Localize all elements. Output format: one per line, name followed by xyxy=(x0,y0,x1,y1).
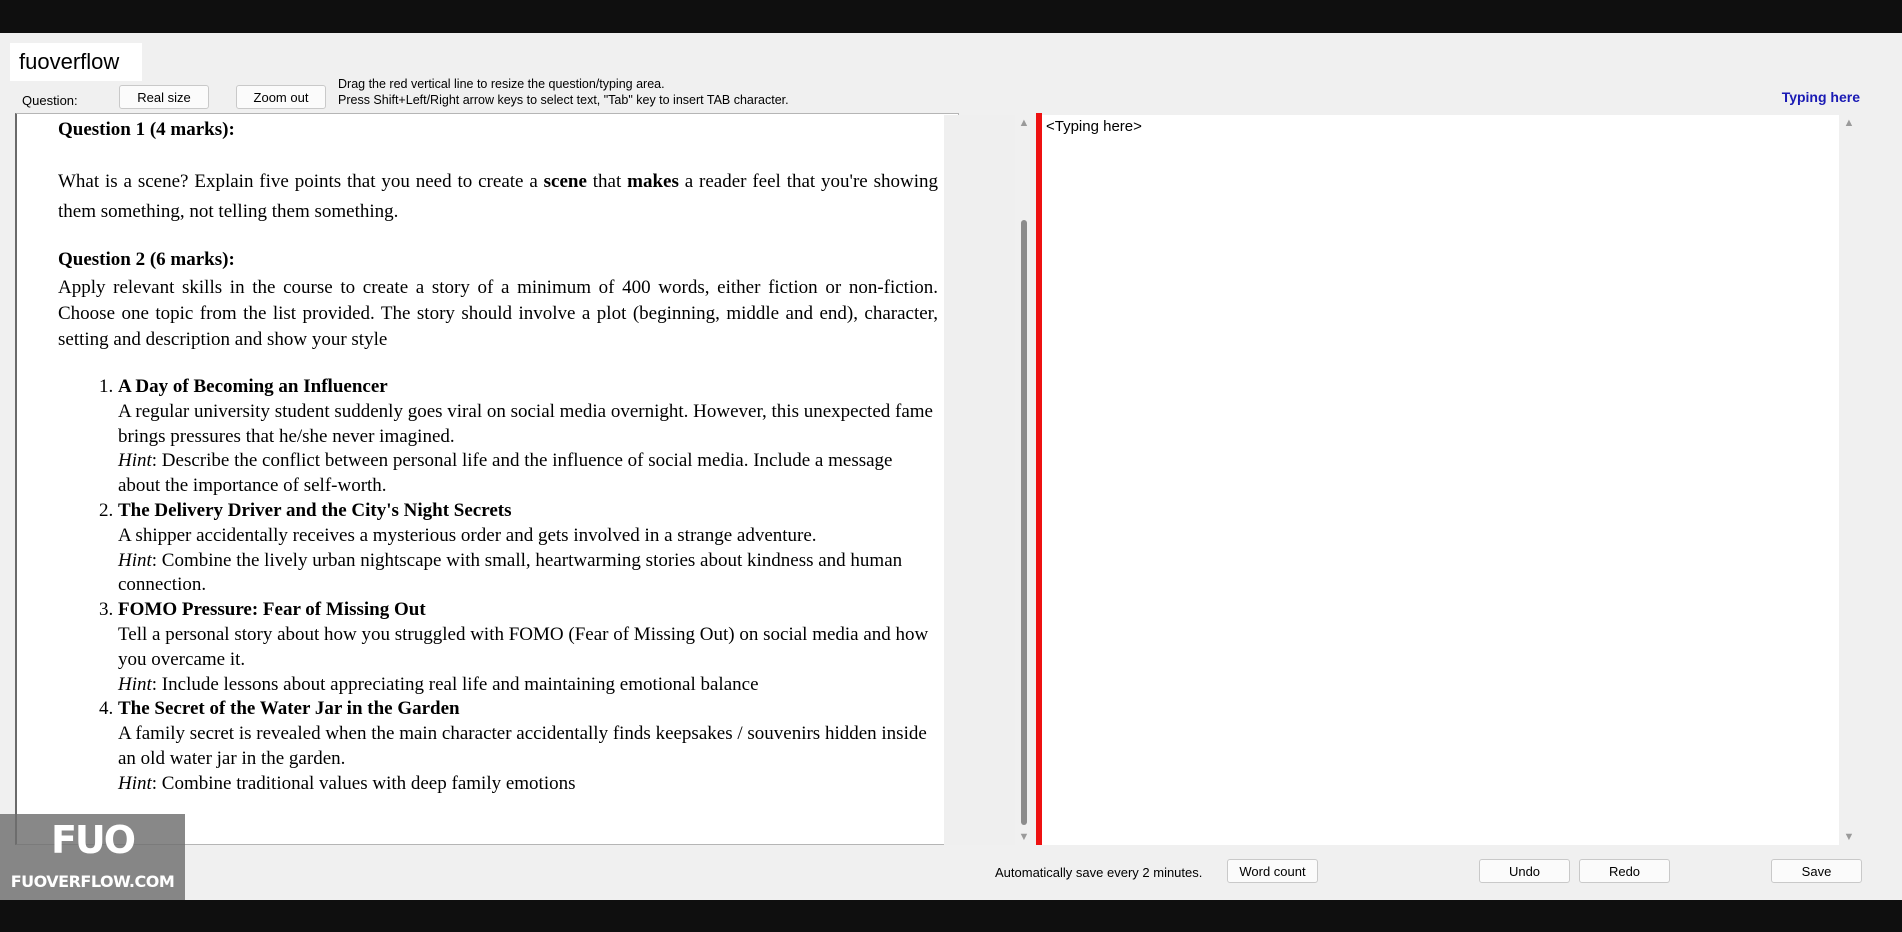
question-scroll-thumb[interactable] xyxy=(1021,220,1027,825)
real-size-button[interactable]: Real size xyxy=(119,85,209,109)
scroll-down-arrow-icon[interactable]: ▼ xyxy=(1015,831,1033,843)
question-2-text: Apply relevant skills in the course to c… xyxy=(58,277,938,350)
fuoverflow-site-text: FUOVERFLOW.COM xyxy=(10,872,175,891)
topic-hint: : Describe the conflict between personal… xyxy=(118,450,893,497)
question-label: Question: xyxy=(22,93,78,108)
fuo-logo-mark: FUO xyxy=(50,818,136,862)
word-count-button[interactable]: Word count xyxy=(1227,859,1318,883)
typing-area[interactable]: <Typing here> xyxy=(1042,115,1839,845)
q1-bold-makes: makes xyxy=(627,171,679,192)
topic-hint: : Combine the lively urban nightscape wi… xyxy=(118,549,903,596)
topic-description: A shipper accidentally receives a myster… xyxy=(118,524,817,546)
save-button[interactable]: Save xyxy=(1771,859,1862,883)
question-pane-margin xyxy=(944,115,1019,845)
topic-hint: : Combine traditional values with deep f… xyxy=(151,772,576,794)
autosave-status: Automatically save every 2 minutes. xyxy=(995,865,1203,880)
topic-description: A family secret is revealed when the mai… xyxy=(118,723,927,769)
instructions-text: Drag the red vertical line to resize the… xyxy=(338,76,789,108)
topic-list: A Day of Becoming an Influencer A regula… xyxy=(58,375,938,797)
question-1-text: What is a scene? Explain five points tha… xyxy=(58,167,938,227)
hint-word: Hint xyxy=(118,772,152,794)
undo-button[interactable]: Undo xyxy=(1479,859,1570,883)
instructions-line-1: Drag the red vertical line to resize the… xyxy=(338,77,665,91)
question-scrollbar[interactable]: ▲ ▼ xyxy=(1015,115,1033,845)
hint-word: Hint xyxy=(118,549,152,571)
topic-description: A regular university student suddenly go… xyxy=(118,400,933,447)
scroll-up-arrow-icon[interactable]: ▲ xyxy=(1015,117,1033,129)
typing-here-label: Typing here xyxy=(1781,89,1860,105)
hint-word: Hint xyxy=(118,673,152,695)
q1-bold-scene: scene xyxy=(543,171,587,192)
question-pane[interactable]: Question 1 (4 marks): What is a scene? E… xyxy=(15,113,959,845)
typing-scrollbar[interactable]: ▲ ▼ xyxy=(1840,115,1858,845)
question-2-heading: Question 2 (6 marks): xyxy=(58,249,235,270)
hint-word: Hint xyxy=(118,450,152,472)
question-1-heading: Question 1 (4 marks): xyxy=(58,119,235,140)
scroll-up-arrow-icon[interactable]: ▲ xyxy=(1840,117,1858,129)
topic-title: The Secret of the Water Jar in the Garde… xyxy=(118,698,460,720)
topic-title: The Delivery Driver and the City's Night… xyxy=(118,499,512,521)
q1-text-part: What is a scene? Explain five points tha… xyxy=(58,171,544,192)
question-document: Question 1 (4 marks): What is a scene? E… xyxy=(58,114,938,797)
topic-item-4: The Secret of the Water Jar in the Garde… xyxy=(118,697,938,796)
redo-button[interactable]: Redo xyxy=(1579,859,1670,883)
typing-placeholder: <Typing here> xyxy=(1046,118,1142,135)
q1-text-part: that xyxy=(586,171,628,192)
topic-hint: : Include lessons about appreciating rea… xyxy=(151,673,759,695)
instructions-line-2: Press Shift+Left/Right arrow keys to sel… xyxy=(338,93,789,107)
topic-description: Tell a personal story about how you stru… xyxy=(118,623,929,670)
topic-title: A Day of Becoming an Influencer xyxy=(118,376,388,397)
topic-item-3: FOMO Pressure: Fear of Missing Out Tell … xyxy=(118,598,938,697)
app-title-tab: fuoverflow xyxy=(10,43,142,81)
exam-app-window: fuoverflow Question: Real size Zoom out … xyxy=(0,33,1902,900)
topic-title: FOMO Pressure: Fear of Missing Out xyxy=(118,599,426,621)
topic-item-2: The Delivery Driver and the City's Night… xyxy=(118,499,938,598)
fuoverflow-watermark-logo: FUO FUOVERFLOW.COM xyxy=(0,814,185,900)
topic-item-1: A Day of Becoming an Influencer A regula… xyxy=(118,375,938,499)
zoom-out-button[interactable]: Zoom out xyxy=(236,85,326,109)
app-title: fuoverflow xyxy=(19,49,120,74)
scroll-down-arrow-icon[interactable]: ▼ xyxy=(1840,831,1858,843)
